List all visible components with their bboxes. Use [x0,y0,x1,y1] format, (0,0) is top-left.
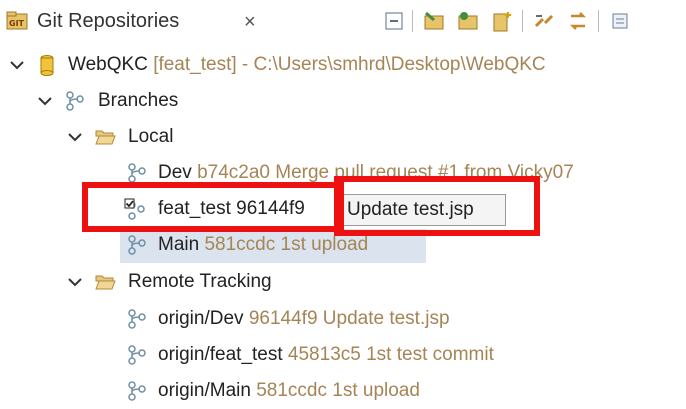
branch-name: origin/Main [158,380,251,401]
git-repositories-tab[interactable]: GIT Git Repositories × [0,0,272,44]
git-repositories-icon: GIT [6,11,28,30]
view-menu-icon[interactable] [606,6,634,36]
branch-icon [128,345,146,365]
remote-tracking-node[interactable]: Remote Tracking [0,264,686,300]
view-tab-bar: GIT Git Repositories × [0,0,686,44]
chevron-down-icon[interactable] [66,119,84,155]
branch-commit: 96144f9 Update test.jsp [248,308,450,329]
branch-icon [128,163,146,183]
branch-name: origin/feat_test [158,344,283,365]
close-tab-icon[interactable]: × [244,10,256,34]
branch-commit: 581ccdc 1st upload [256,380,420,401]
collapse-all-icon[interactable] [380,6,408,36]
link-with-selection-icon[interactable] [530,6,558,36]
branch-commit: 581ccdc 1st upload [204,234,369,255]
refresh-icon[interactable] [564,6,592,36]
repository-node[interactable]: WebQKC [feat_test] - C:\Users\smhrd\Desk… [0,47,686,83]
remote-branch-origin-main[interactable]: origin/Main 581ccdc 1st upload [0,373,686,409]
remote-branch-origin-dev[interactable]: origin/Dev 96144f9 Update test.jsp [0,301,686,337]
create-repository-icon[interactable] [488,6,516,36]
svg-text:GIT: GIT [9,19,25,28]
tab-title: Git Repositories [37,10,180,32]
folder-open-icon [95,130,116,145]
view-toolbar [376,6,686,36]
branches-node[interactable]: Branches [0,83,686,119]
repository-icon [40,55,54,76]
chevron-down-icon[interactable] [66,264,84,300]
annotation-box-branch [82,182,344,232]
branch-icon [128,235,146,255]
repository-tree: WebQKC [feat_test] - C:\Users\smhrd\Desk… [0,44,686,405]
chevron-down-icon[interactable] [8,47,26,83]
add-repository-icon[interactable] [420,6,448,36]
clone-repository-icon[interactable] [454,6,482,36]
folder-open-icon [95,275,116,290]
branch-name: Dev [158,162,192,183]
repository-path: - C:\Users\smhrd\Desktop\WebQKC [241,54,546,75]
local-label: Local [128,126,174,147]
branches-label: Branches [98,90,179,111]
chevron-down-icon[interactable] [36,83,54,119]
branch-name: origin/Dev [158,308,244,329]
repository-name: WebQKC [68,54,148,75]
local-node[interactable]: Local [0,119,686,155]
branch-icon [128,309,146,329]
branch-icon [128,381,146,401]
branches-icon [66,91,84,111]
branch-commit: 45813c5 1st test commit [287,344,494,365]
remote-tracking-label: Remote Tracking [128,271,272,292]
remote-branch-origin-feat-test[interactable]: origin/feat_test 45813c5 1st test commit [0,337,686,373]
branch-name: Main [158,234,200,255]
repository-branch: [feat_test] [153,54,237,75]
annotation-box-tooltip [334,176,540,236]
